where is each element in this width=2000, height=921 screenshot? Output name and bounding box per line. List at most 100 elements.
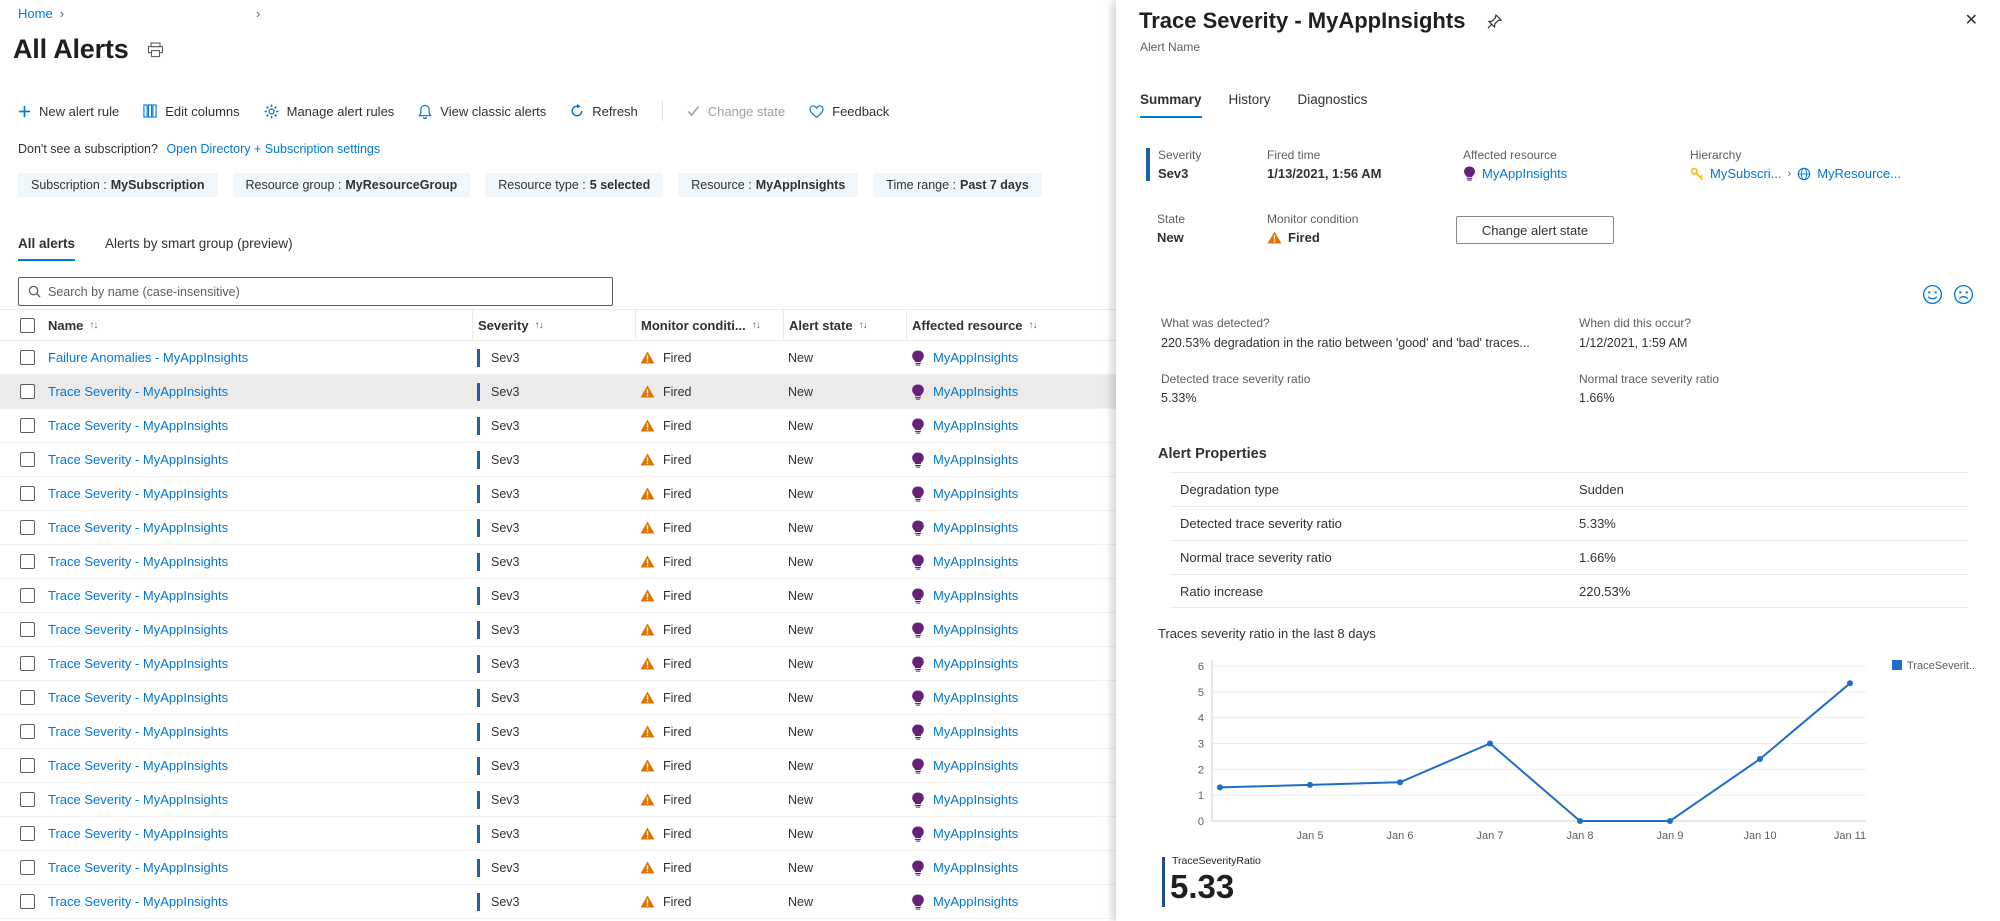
column-header-monitor-condition[interactable]: Monitor conditi...↑↓ (635, 310, 783, 340)
table-row[interactable]: Trace Severity - MyAppInsights Sev3 Fire… (0, 613, 1116, 647)
pin-icon[interactable] (1487, 14, 1502, 29)
row-checkbox[interactable] (20, 350, 35, 365)
alert-name-link[interactable]: Trace Severity - MyAppInsights (48, 520, 228, 535)
row-checkbox[interactable] (20, 622, 35, 637)
row-checkbox[interactable] (20, 758, 35, 773)
affected-resource-link[interactable]: MyAppInsights (933, 656, 1018, 671)
affected-resource-link[interactable]: MyAppInsights (933, 350, 1018, 365)
alert-name-link[interactable]: Trace Severity - MyAppInsights (48, 452, 228, 467)
feedback-button[interactable]: Feedback (809, 104, 889, 119)
affected-resource-link[interactable]: MyAppInsights (933, 792, 1018, 807)
change-state-button[interactable]: Change state (687, 104, 785, 119)
table-row[interactable]: Trace Severity - MyAppInsights Sev3 Fire… (0, 783, 1116, 817)
smiley-happy-icon[interactable] (1922, 284, 1943, 305)
refresh-button[interactable]: Refresh (570, 104, 638, 119)
select-all-checkbox[interactable] (20, 318, 35, 333)
tab-history[interactable]: History (1229, 92, 1271, 118)
column-header-affected-resource[interactable]: Affected resource↑↓ (906, 310, 1116, 340)
close-icon[interactable]: ✕ (1965, 10, 1978, 30)
affected-resource-link[interactable]: MyAppInsights (933, 384, 1018, 399)
alert-name-link[interactable]: Trace Severity - MyAppInsights (48, 758, 228, 773)
new-alert-rule-button[interactable]: New alert rule (18, 104, 119, 119)
filter-pill-resource[interactable]: Resource :MyAppInsights (678, 173, 858, 197)
table-row[interactable]: Trace Severity - MyAppInsights Sev3 Fire… (0, 749, 1116, 783)
row-checkbox[interactable] (20, 894, 35, 909)
change-alert-state-button[interactable]: Change alert state (1456, 216, 1614, 244)
alert-name-link[interactable]: Trace Severity - MyAppInsights (48, 826, 228, 841)
table-row[interactable]: Trace Severity - MyAppInsights Sev3 Fire… (0, 409, 1116, 443)
manage-alert-rules-button[interactable]: Manage alert rules (264, 104, 395, 119)
filter-pill-time-range[interactable]: Time range :Past 7 days (873, 173, 1042, 197)
column-header-name[interactable]: Name↑↓ (48, 310, 472, 340)
row-checkbox[interactable] (20, 826, 35, 841)
affected-resource-link[interactable]: MyAppInsights (933, 520, 1018, 535)
column-header-severity[interactable]: Severity↑↓ (472, 310, 635, 340)
filter-pill-resource-group[interactable]: Resource group :MyResourceGroup (233, 173, 471, 197)
search-input[interactable] (48, 285, 603, 299)
affected-resource-link[interactable]: MyAppInsights (933, 418, 1018, 433)
breadcrumb-home-link[interactable]: Home (18, 6, 53, 21)
affected-resource-link[interactable]: MyAppInsights (933, 690, 1018, 705)
affected-resource-link[interactable]: MyAppInsights (933, 758, 1018, 773)
table-row[interactable]: Trace Severity - MyAppInsights Sev3 Fire… (0, 579, 1116, 613)
table-row[interactable]: Trace Severity - MyAppInsights Sev3 Fire… (0, 477, 1116, 511)
affected-resource-link[interactable]: MyAppInsights (933, 826, 1018, 841)
tab-alerts-by-smart-group[interactable]: Alerts by smart group (preview) (105, 236, 293, 261)
tab-summary[interactable]: Summary (1140, 92, 1202, 118)
filter-pill-subscription[interactable]: Subscription :MySubscription (18, 173, 218, 197)
table-row[interactable]: Failure Anomalies - MyAppInsights Sev3 F… (0, 341, 1116, 375)
affected-resource-link[interactable]: MyAppInsights (933, 622, 1018, 637)
table-row[interactable]: Trace Severity - MyAppInsights Sev3 Fire… (0, 375, 1116, 409)
hierarchy-resource-link[interactable]: MyResource... (1817, 166, 1901, 181)
alert-name-link[interactable]: Trace Severity - MyAppInsights (48, 588, 228, 603)
row-checkbox[interactable] (20, 724, 35, 739)
alert-name-link[interactable]: Trace Severity - MyAppInsights (48, 792, 228, 807)
row-checkbox[interactable] (20, 588, 35, 603)
table-row[interactable]: Trace Severity - MyAppInsights Sev3 Fire… (0, 681, 1116, 715)
alert-name-link[interactable]: Trace Severity - MyAppInsights (48, 724, 228, 739)
row-checkbox[interactable] (20, 452, 35, 467)
directory-settings-link[interactable]: Open Directory + Subscription settings (166, 142, 380, 156)
affected-resource-link[interactable]: MyAppInsights (933, 588, 1018, 603)
table-row[interactable]: Trace Severity - MyAppInsights Sev3 Fire… (0, 715, 1116, 749)
column-header-alert-state[interactable]: Alert state↑↓ (783, 310, 906, 340)
row-checkbox[interactable] (20, 520, 35, 535)
table-row[interactable]: Trace Severity - MyAppInsights Sev3 Fire… (0, 885, 1116, 919)
alert-name-link[interactable]: Trace Severity - MyAppInsights (48, 384, 228, 399)
tab-diagnostics[interactable]: Diagnostics (1298, 92, 1368, 118)
alert-name-link[interactable]: Trace Severity - MyAppInsights (48, 622, 228, 637)
smiley-sad-icon[interactable] (1953, 284, 1974, 305)
table-row[interactable]: Trace Severity - MyAppInsights Sev3 Fire… (0, 851, 1116, 885)
affected-resource-link[interactable]: MyAppInsights (933, 452, 1018, 467)
row-checkbox[interactable] (20, 486, 35, 501)
view-classic-alerts-button[interactable]: View classic alerts (418, 104, 546, 119)
row-checkbox[interactable] (20, 656, 35, 671)
filter-pill-resource-type[interactable]: Resource type :5 selected (485, 173, 663, 197)
alert-name-link[interactable]: Trace Severity - MyAppInsights (48, 656, 228, 671)
alert-name-link[interactable]: Failure Anomalies - MyAppInsights (48, 350, 248, 365)
alert-name-link[interactable]: Trace Severity - MyAppInsights (48, 894, 228, 909)
affected-resource-link[interactable]: MyAppInsights (933, 894, 1018, 909)
row-checkbox[interactable] (20, 384, 35, 399)
row-checkbox[interactable] (20, 860, 35, 875)
row-checkbox[interactable] (20, 418, 35, 433)
hierarchy-subscription-link[interactable]: MySubscri... (1710, 166, 1782, 181)
affected-resource-link[interactable]: MyAppInsights (933, 486, 1018, 501)
alert-name-link[interactable]: Trace Severity - MyAppInsights (48, 690, 228, 705)
affected-resource-link[interactable]: MyAppInsights (933, 860, 1018, 875)
search-box[interactable] (18, 277, 613, 306)
table-row[interactable]: Trace Severity - MyAppInsights Sev3 Fire… (0, 545, 1116, 579)
print-icon[interactable] (147, 42, 164, 58)
table-row[interactable]: Trace Severity - MyAppInsights Sev3 Fire… (0, 647, 1116, 681)
table-row[interactable]: Trace Severity - MyAppInsights Sev3 Fire… (0, 817, 1116, 851)
row-checkbox[interactable] (20, 554, 35, 569)
edit-columns-button[interactable]: Edit columns (143, 104, 239, 119)
table-row[interactable]: Trace Severity - MyAppInsights Sev3 Fire… (0, 443, 1116, 477)
row-checkbox[interactable] (20, 792, 35, 807)
alert-name-link[interactable]: Trace Severity - MyAppInsights (48, 554, 228, 569)
affected-resource-link[interactable]: MyAppInsights (933, 724, 1018, 739)
affected-resource-link[interactable]: MyAppInsights (933, 554, 1018, 569)
alert-name-link[interactable]: Trace Severity - MyAppInsights (48, 486, 228, 501)
affected-resource-link[interactable]: MyAppInsights (1482, 166, 1567, 181)
table-row[interactable]: Trace Severity - MyAppInsights Sev3 Fire… (0, 511, 1116, 545)
